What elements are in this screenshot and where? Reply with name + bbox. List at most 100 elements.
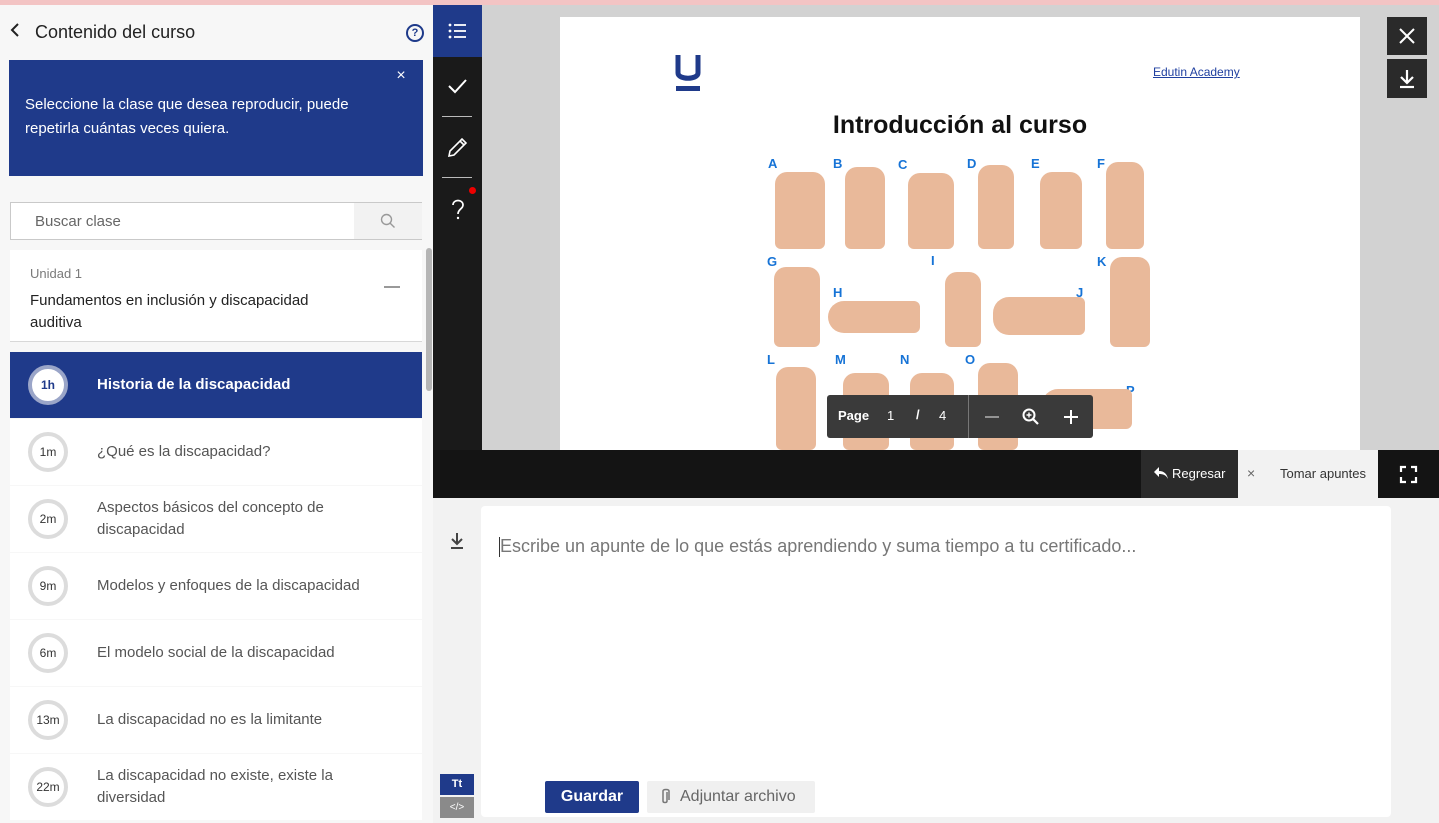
unit-header[interactable]: Unidad 1 Fundamentos en inclusión y disc… xyxy=(10,250,422,342)
hand-sign-image xyxy=(1106,162,1144,249)
duration-badge: 2m xyxy=(28,499,68,539)
fullscreen-button[interactable] xyxy=(1378,450,1439,498)
code-format-button[interactable]: </> xyxy=(440,797,474,818)
brand-link[interactable]: Edutin Academy xyxy=(1153,65,1240,79)
sidebar-header: Contenido del curso ? xyxy=(0,5,433,60)
lesson-title: Historia de la discapacidad xyxy=(97,376,291,393)
duration-badge: 22m xyxy=(28,767,68,807)
unit-title: Fundamentos en inclusión y discapacidad … xyxy=(30,292,309,331)
sign-letter: D xyxy=(967,156,977,171)
back-button[interactable]: Regresar xyxy=(1141,450,1238,498)
unit-label: Unidad 1 xyxy=(30,266,83,281)
save-button[interactable]: Guardar xyxy=(545,781,639,813)
lesson-item[interactable]: 2m Aspectos básicos del concepto de disc… xyxy=(10,486,422,552)
lesson-item[interactable]: 22m La discapacidad no existe, existe la… xyxy=(10,754,422,820)
sign-letter: F xyxy=(1097,156,1105,171)
hand-sign-image xyxy=(828,301,920,333)
list-icon xyxy=(448,23,466,39)
sign-letter: O xyxy=(965,352,976,367)
tool-rail xyxy=(433,5,482,450)
hand-sign-image xyxy=(945,272,981,347)
duration-badge: 6m xyxy=(28,633,68,673)
sign-letter: E xyxy=(1031,156,1040,171)
pencil-icon xyxy=(447,137,468,158)
duration-badge: 13m xyxy=(28,700,68,740)
hand-sign-image xyxy=(908,173,954,249)
search-button[interactable] xyxy=(354,203,422,239)
lesson-item[interactable]: 1h Historia de la discapacidad xyxy=(10,352,422,418)
sidebar-scrollbar[interactable] xyxy=(426,248,432,391)
current-page[interactable]: 1 xyxy=(887,408,897,423)
sign-letter: C xyxy=(898,157,908,172)
menu-button[interactable] xyxy=(433,5,482,57)
help-icon[interactable]: ? xyxy=(406,24,424,42)
info-notice: × Seleccione la clase que desea reproduc… xyxy=(9,60,423,176)
pager-divider xyxy=(968,395,969,438)
edutin-logo xyxy=(675,55,701,91)
lesson-item[interactable]: 13m La discapacidad no es la limitante xyxy=(10,687,422,753)
rail-divider xyxy=(442,177,472,178)
lesson-title: La discapacidad no es la limitante xyxy=(97,711,323,728)
notes-textarea[interactable]: Escribe un apunte de lo que estás aprend… xyxy=(499,536,1370,557)
collapse-icon[interactable] xyxy=(384,286,400,288)
lesson-title: La discapacidad no existe, existe la div… xyxy=(97,767,333,806)
close-icon[interactable]: × xyxy=(393,68,409,84)
download-button[interactable] xyxy=(1387,59,1427,98)
notes-button[interactable] xyxy=(433,122,482,174)
duration-badge: 9m xyxy=(28,566,68,606)
close-icon[interactable]: × xyxy=(1247,465,1255,481)
notes-editor: Escribe un apunte de lo que estás aprend… xyxy=(481,506,1391,817)
slide-title: Introducción al curso xyxy=(832,111,1088,139)
zoom-in-icon[interactable] xyxy=(1061,407,1081,427)
document-stage: Edutin Academy Introducción al curso A B… xyxy=(482,5,1439,450)
close-viewer-button[interactable] xyxy=(1387,17,1427,55)
hand-sign-image xyxy=(993,297,1085,335)
lesson-title: Aspectos básicos del concepto de discapa… xyxy=(97,499,324,538)
page-label: Page xyxy=(838,408,870,423)
lesson-item[interactable]: 6m El modelo social de la discapacidad xyxy=(10,620,422,686)
sign-letter: A xyxy=(768,156,778,171)
hand-sign-image xyxy=(845,167,885,249)
search-box xyxy=(10,202,422,240)
hand-sign-image xyxy=(775,172,825,249)
reply-icon xyxy=(1154,467,1168,479)
notification-dot xyxy=(469,187,476,194)
lesson-item[interactable]: 1m ¿Qué es la discapacidad? xyxy=(10,419,422,485)
notes-tab[interactable]: × Tomar apuntes xyxy=(1238,450,1378,498)
zoom-out-icon[interactable] xyxy=(982,407,1002,427)
duration-badge: 1h xyxy=(28,365,68,405)
course-sidebar: Contenido del curso ? × Seleccione la cl… xyxy=(0,5,433,823)
paperclip-icon xyxy=(662,788,670,804)
sign-letter: M xyxy=(835,352,846,367)
notes-tab-label: Tomar apuntes xyxy=(1280,466,1366,481)
back-label: Regresar xyxy=(1172,466,1226,481)
hand-sign-image xyxy=(978,165,1014,249)
duration-badge: 1m xyxy=(28,432,68,472)
sign-letter: K xyxy=(1097,254,1107,269)
text-format-button[interactable]: Tt xyxy=(440,774,474,795)
chevron-left-icon[interactable] xyxy=(9,21,21,39)
sign-letter: H xyxy=(833,285,843,300)
close-icon xyxy=(1399,28,1415,44)
lesson-title: Modelos y enfoques de la discapacidad xyxy=(97,577,360,594)
check-icon xyxy=(448,79,467,94)
complete-button[interactable] xyxy=(433,61,482,113)
download-icon xyxy=(1400,70,1414,89)
attach-file-button[interactable]: Adjuntar archivo xyxy=(647,781,815,813)
sign-letter: G xyxy=(767,254,778,269)
sign-letter: L xyxy=(767,352,775,367)
sign-letter: N xyxy=(900,352,910,367)
lesson-item[interactable]: 9m Modelos y enfoques de la discapacidad xyxy=(10,553,422,619)
zoom-icon[interactable] xyxy=(1021,407,1041,427)
hand-sign-image xyxy=(1110,257,1150,347)
slide-page: Edutin Academy Introducción al curso A B… xyxy=(560,17,1360,450)
sidebar-title: Contenido del curso xyxy=(35,22,196,42)
download-icon[interactable] xyxy=(448,531,466,551)
fullscreen-icon xyxy=(1399,465,1418,484)
sign-letter: I xyxy=(931,253,935,268)
attach-label: Adjuntar archivo xyxy=(680,788,796,805)
lesson-title: El modelo social de la discapacidad xyxy=(97,644,335,661)
rail-divider xyxy=(442,116,472,117)
page-controls: Page 1 / 4 xyxy=(827,395,1093,438)
search-input[interactable] xyxy=(11,203,353,239)
